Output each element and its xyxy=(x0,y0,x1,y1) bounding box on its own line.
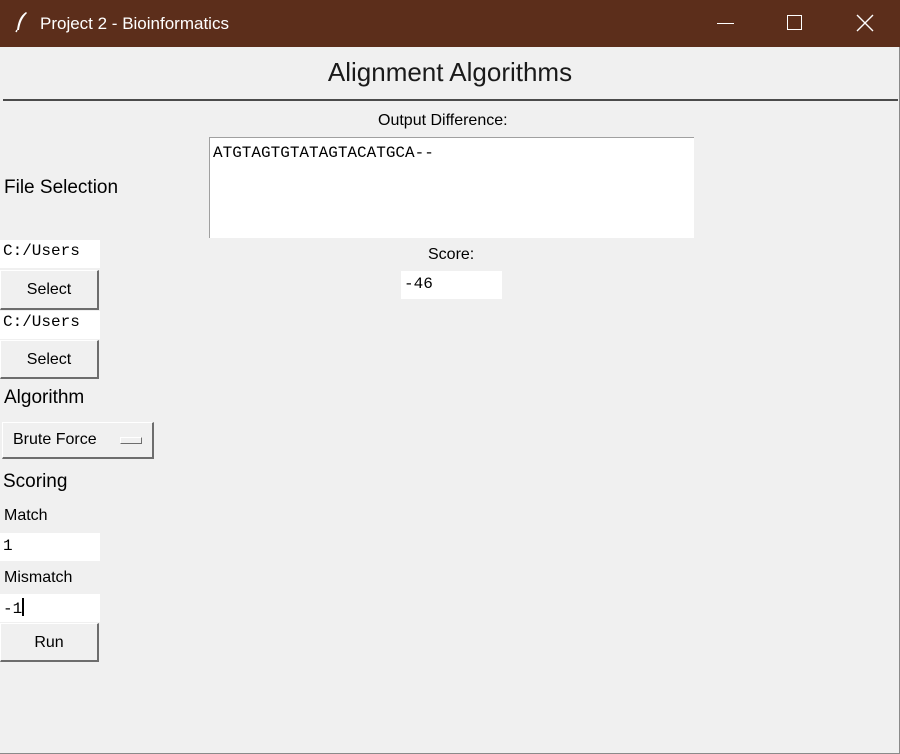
file2-path-text: C:/Users xyxy=(3,313,80,331)
select-file2-button[interactable]: Select xyxy=(0,340,99,379)
select-file1-label: Select xyxy=(26,281,72,298)
file1-path-text: C:/Users xyxy=(3,242,80,260)
mismatch-input[interactable]: -1 xyxy=(0,594,100,622)
file1-path-input[interactable]: C:/Users xyxy=(0,240,100,268)
run-button-label: Run xyxy=(34,634,64,651)
match-label: Match xyxy=(4,507,48,524)
mismatch-label: Mismatch xyxy=(4,569,73,586)
window-title: Project 2 - Bioinformatics xyxy=(40,14,229,33)
scoring-label: Scoring xyxy=(3,471,68,492)
score-label: Score: xyxy=(428,246,475,263)
score-field[interactable]: -46 xyxy=(401,271,502,299)
text-cursor xyxy=(22,598,25,616)
separator xyxy=(3,99,898,101)
run-button[interactable]: Run xyxy=(0,623,99,662)
maximize-icon[interactable] xyxy=(760,0,830,47)
match-input[interactable]: 1 xyxy=(0,533,100,561)
file2-path-input[interactable]: C:/Users xyxy=(0,311,100,339)
title-bar: Project 2 - Bioinformatics xyxy=(0,0,900,47)
algorithm-label: Algorithm xyxy=(4,387,85,408)
select-file1-button[interactable]: Select xyxy=(0,270,99,310)
algorithm-selected: Brute Force xyxy=(13,431,97,448)
feather-icon xyxy=(14,11,30,33)
minimize-icon[interactable] xyxy=(690,0,760,47)
algorithm-select[interactable]: Brute Force xyxy=(2,422,154,459)
score-value: -46 xyxy=(404,275,433,293)
page-title: Alignment Algorithms xyxy=(327,57,573,87)
output-difference-textbox[interactable]: ATGTAGTGTATAGTACATGCA-- xyxy=(209,137,694,238)
select-file2-label: Select xyxy=(26,351,72,368)
output-difference-label: Output Difference: xyxy=(378,112,508,129)
file-selection-label: File Selection xyxy=(4,177,119,198)
mismatch-value: -1 xyxy=(3,600,23,618)
output-difference-text: ATGTAGTGTATAGTACATGCA-- xyxy=(213,144,434,162)
close-icon[interactable] xyxy=(830,0,900,47)
match-value: 1 xyxy=(3,537,13,555)
dropdown-indicator-icon xyxy=(120,437,142,444)
